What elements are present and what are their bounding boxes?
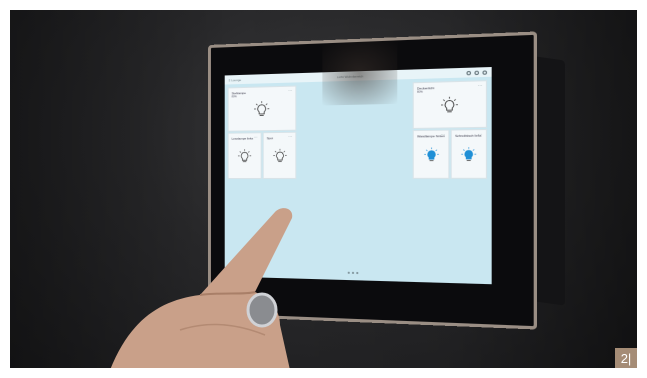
light-tile-schreibtisch[interactable]: Schreibtisch links ⋯	[450, 128, 488, 179]
ring	[246, 292, 278, 328]
bulb-off-icon	[272, 148, 286, 164]
light-tile-leselampe[interactable]: Leselampe links ⋯	[227, 132, 262, 179]
more-icon[interactable]: ⋯	[254, 134, 258, 139]
bulb-on-icon	[461, 146, 477, 163]
room-label: ≡ Lounge	[228, 77, 242, 82]
scene-icon[interactable]	[466, 70, 472, 75]
power-icon[interactable]	[482, 69, 488, 75]
bulb-off-icon	[440, 96, 458, 116]
more-icon[interactable]: ⋯	[478, 82, 483, 88]
tile-value: 80%	[231, 95, 237, 99]
settings-icon[interactable]	[474, 70, 480, 75]
light-tile-wandlampe[interactable]: Wandlampe hinten ⋯	[412, 129, 450, 179]
top-bar-icons	[466, 69, 488, 75]
photo: ≡ Lounge Licht Wohnbereich Stehlampe 80%…	[10, 10, 637, 368]
bulb-off-icon	[238, 148, 252, 164]
bulb-on-icon	[423, 147, 439, 164]
tile-label: Spot	[266, 136, 274, 141]
tile-label: Leselampe links	[231, 136, 254, 141]
more-icon[interactable]: ⋯	[478, 131, 483, 136]
light-tile-deckenlicht[interactable]: Deckenlicht 80% ⋯	[412, 80, 488, 129]
bulb-off-icon	[254, 100, 270, 119]
glass-reflection	[322, 40, 398, 106]
more-icon[interactable]: ⋯	[288, 88, 292, 93]
light-tile-stehlampe[interactable]: Stehlampe 80% ⋯	[227, 85, 297, 132]
light-tile-spot[interactable]: Spot ⋯	[262, 131, 297, 179]
figure-number-badge: 2|	[615, 348, 637, 368]
more-icon[interactable]: ⋯	[440, 132, 444, 137]
more-icon[interactable]: ⋯	[288, 134, 292, 139]
tile-value: 80%	[417, 90, 423, 94]
hand-image	[110, 208, 293, 368]
